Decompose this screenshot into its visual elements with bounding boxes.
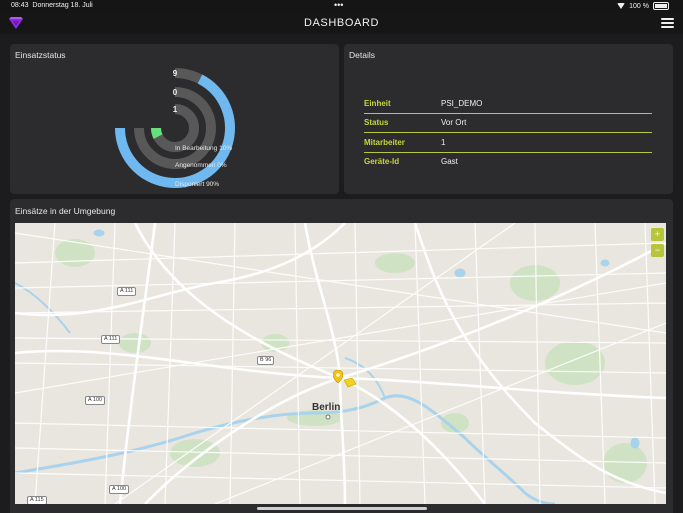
road-label: A 111 bbox=[101, 335, 121, 344]
details-table: Einheit PSI_DEMO Status Vor Ort Mitarbei… bbox=[364, 94, 652, 171]
ring-track-2 bbox=[151, 104, 199, 152]
detail-value: 1 bbox=[441, 137, 446, 147]
detail-label: Status bbox=[364, 118, 389, 128]
detail-value: PSI_DEMO bbox=[441, 98, 483, 108]
details-title: Details bbox=[349, 50, 375, 60]
clock: 08:43 Donnerstag 18. Juli bbox=[11, 2, 93, 9]
status-bar: 08:43 Donnerstag 18. Juli ••• 100 % bbox=[0, 0, 683, 12]
map-section-title: Einsätze in der Umgebung bbox=[15, 206, 116, 216]
detail-row-geraete-id: Geräte-Id Gast bbox=[364, 153, 652, 172]
battery-icon bbox=[653, 2, 669, 10]
road-label: A 115 bbox=[27, 496, 47, 504]
detail-label: Geräte-Id bbox=[364, 157, 400, 167]
multitasking-dots-icon[interactable]: ••• bbox=[334, 0, 343, 10]
ring-value-2 bbox=[150, 127, 163, 139]
einsatzstatus-card: Einsatzstatus 9 Disponiert 90% 0 Angenommen… bbox=[10, 44, 339, 194]
ring-legend-label: Angenommen 0% bbox=[175, 162, 227, 169]
hamburger-menu-icon[interactable] bbox=[661, 18, 674, 28]
detail-label: Mitarbeiter bbox=[364, 137, 405, 147]
details-card: Details Einheit PSI_DEMO Status Vor Ort … bbox=[344, 44, 673, 194]
page-title: DASHBOARD bbox=[303, 17, 380, 29]
detail-row-einheit: Einheit PSI_DEMO bbox=[364, 94, 652, 114]
status-icons: 100 % bbox=[617, 2, 669, 10]
home-indicator[interactable] bbox=[257, 507, 427, 510]
app-header: DASHBOARD bbox=[0, 12, 683, 34]
detail-label: Einheit bbox=[364, 98, 391, 108]
wifi-icon bbox=[617, 3, 626, 9]
road-label: B 96 bbox=[257, 356, 275, 365]
zoom-out-button[interactable]: − bbox=[651, 244, 664, 257]
battery-percent: 100 % bbox=[629, 2, 649, 10]
detail-row-mitarbeiter: Mitarbeiter 1 bbox=[364, 133, 652, 153]
ring-track-1 bbox=[134, 87, 216, 169]
ring-count-label: 0 bbox=[173, 88, 178, 97]
ring-count-label: 9 bbox=[173, 69, 178, 78]
city-label: Berlin bbox=[312, 402, 341, 413]
road-label: A 111 bbox=[117, 287, 137, 296]
road-label: A 100 bbox=[109, 485, 130, 494]
detail-row-status: Status Vor Ort bbox=[364, 114, 652, 133]
road-label: A 100 bbox=[85, 396, 106, 405]
ring-legend-label: Disponiert 90% bbox=[175, 181, 219, 188]
ring-legend-label: In Bearbeitung 10% bbox=[175, 145, 232, 152]
detail-value: Vor Ort bbox=[441, 118, 467, 128]
ring-count-label: 1 bbox=[173, 105, 178, 114]
map-view[interactable]: A 111 A 111 B 96 A 100 A 100 A 115 Berli… bbox=[15, 223, 666, 504]
status-ring-chart: 9 Disponiert 90% 0 Angenommen 0% 1 In Bearbei… bbox=[115, 68, 235, 188]
incident-marker-icon[interactable] bbox=[333, 370, 343, 383]
incident-cluster-icon[interactable] bbox=[343, 378, 357, 388]
map-tiles[interactable] bbox=[15, 223, 666, 504]
zoom-in-button[interactable]: + bbox=[651, 228, 664, 241]
detail-value: Gast bbox=[441, 157, 458, 167]
